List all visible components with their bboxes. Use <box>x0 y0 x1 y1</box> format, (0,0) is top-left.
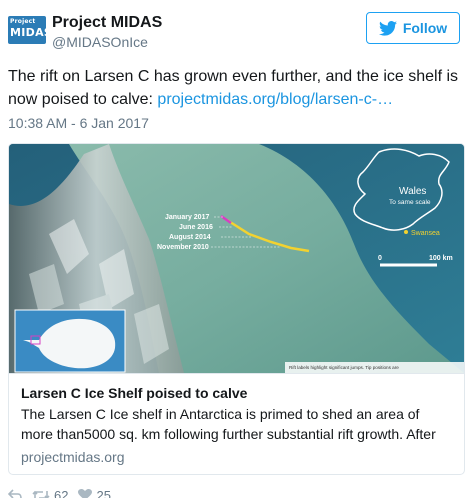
swansea-marker <box>404 230 408 234</box>
follow-button[interactable]: Follow <box>366 12 460 44</box>
swansea-label: Swansea <box>411 230 440 237</box>
tweet-timestamp[interactable]: 10:38 AM - 6 Jan 2017 <box>8 115 149 131</box>
same-scale-label: To same scale <box>389 199 431 206</box>
retweet-action[interactable]: 62 <box>32 488 68 498</box>
account-name[interactable]: Project MIDAS <box>52 14 162 32</box>
rift-label-jan-2017: January 2017 <box>165 214 209 221</box>
rift-label-aug-2014: August 2014 <box>169 234 211 241</box>
like-action[interactable]: 25 <box>78 487 111 498</box>
tweet-text: The rift on Larsen C has grown even furt… <box>8 65 463 111</box>
tweet-actions: 62 25 <box>8 488 208 498</box>
card-title: Larsen C Ice Shelf poised to calve <box>21 385 248 401</box>
heart-icon <box>78 489 93 498</box>
card-description: The Larsen C Ice shelf in Antarctica is … <box>21 406 436 442</box>
antarctica-inset <box>14 309 126 373</box>
card-domain: projectmidas.org <box>21 449 125 465</box>
wales-label: Wales <box>399 186 426 197</box>
retweet-count: 62 <box>54 487 69 498</box>
like-count: 25 <box>96 487 111 498</box>
project-midas-logo[interactable]: Project MIDAS <box>8 16 46 44</box>
retweet-icon <box>32 490 50 498</box>
twitter-bird-icon <box>378 20 397 36</box>
larsen-c-map: January 2017 June 2016 August 2014 Novem… <box>9 144 464 373</box>
follow-label: Follow <box>402 20 448 36</box>
rift-label-nov-2010: November 2010 <box>157 244 209 251</box>
logo-line-1: Project <box>10 18 36 25</box>
reply-action[interactable] <box>8 489 22 498</box>
logo-line-2: MIDAS <box>10 26 46 39</box>
scale-end-label: 100 km <box>429 255 453 262</box>
scale-start-label: 0 <box>378 255 382 262</box>
account-handle[interactable]: @MIDASOnIce <box>52 34 148 50</box>
card-map-image[interactable]: January 2017 June 2016 August 2014 Novem… <box>9 144 464 373</box>
link-card[interactable]: January 2017 June 2016 August 2014 Novem… <box>8 143 465 475</box>
card-body[interactable]: Larsen C Ice Shelf poised to calve The L… <box>9 373 464 474</box>
tweet-link[interactable]: projectmidas.org/blog/larsen-c-… <box>157 91 393 108</box>
rift-label-jun-2016: June 2016 <box>179 224 213 231</box>
tweet-header: Project MIDAS Project MIDAS @MIDASOnIce … <box>8 10 460 50</box>
reply-icon <box>8 489 22 498</box>
map-caption: Rift labels highlight significant jumps.… <box>289 365 399 370</box>
